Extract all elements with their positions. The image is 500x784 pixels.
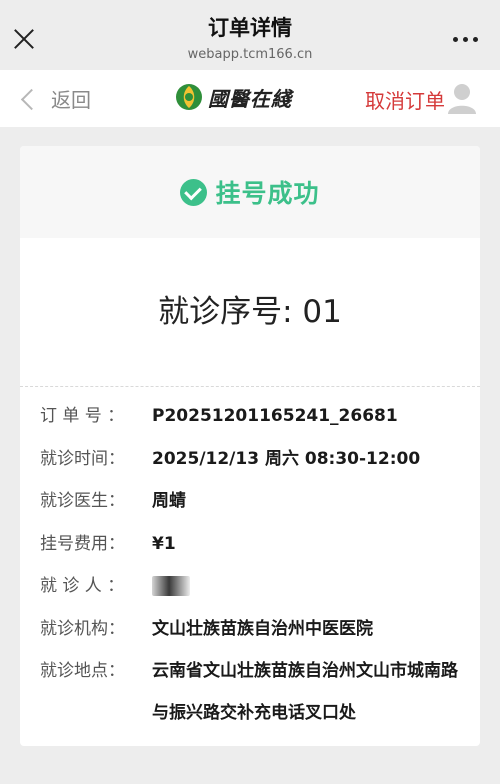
detail-label: 挂号费用： [40, 533, 125, 554]
back-button[interactable]: 返回 [20, 84, 91, 113]
nav-bar: 返回 國醫在綫 取消订单 [0, 70, 500, 127]
detail-value: 云南省文山壮族苗族自治州文山市城南路与振兴路交补充电话叉口处 [152, 661, 458, 723]
more-icon[interactable] [453, 37, 478, 42]
detail-label: 就诊机构： [40, 618, 125, 639]
detail-value: 文山壮族苗族自治州中医医院 [152, 618, 373, 639]
title-bar: 订单详情 webapp.tcm166.cn [0, 0, 500, 70]
success-banner: 挂号成功 [20, 146, 480, 238]
cancel-order-button[interactable]: 取消订单 [365, 85, 445, 114]
detail-value: ¥1 [152, 533, 176, 554]
logo-text: 國醫在綫 [208, 86, 292, 111]
detail-row-fee: 挂号费用： ¥1 [40, 530, 470, 573]
dashed-divider [20, 386, 480, 387]
detail-value: 周蜻 [152, 491, 186, 511]
detail-row-patient: 就 诊 人 ： [40, 572, 470, 615]
detail-row-doctor: 就诊医生： 周蜻 [40, 487, 470, 530]
title-wrap: 订单详情 webapp.tcm166.cn [0, 14, 500, 64]
brand-logo: 國醫在綫 [174, 82, 292, 112]
detail-label: 就 诊 人 ： [40, 576, 125, 596]
domain-label: webapp.tcm166.cn [187, 47, 313, 62]
more-dot [463, 37, 468, 42]
order-card: 挂号成功 就诊序号: 01 订 单 号 ： P20251201165241_26… [20, 146, 480, 746]
detail-list: 订 单 号 ： P20251201165241_26681 就诊时间： 2025… [40, 402, 470, 734]
more-dot [453, 37, 458, 42]
detail-label: 订 单 号 ： [40, 406, 125, 426]
detail-row-order-no: 订 单 号 ： P20251201165241_26681 [40, 402, 470, 445]
success-text: 挂号成功 [215, 179, 320, 208]
detail-row-location: 就诊地点： 云南省文山壮族苗族自治州文山市城南路与振兴路交补充电话叉口处 [40, 657, 470, 734]
detail-row-time: 就诊时间： 2025/12/13 周六 08:30-12:00 [40, 445, 470, 488]
check-circle-icon [180, 178, 208, 206]
user-avatar-icon[interactable] [447, 82, 477, 114]
masked-patient-name [152, 576, 190, 596]
detail-label: 就诊地点： [40, 661, 125, 681]
detail-label: 就诊时间： [40, 448, 125, 469]
detail-label: 就诊医生： [40, 491, 125, 511]
logo-icon [176, 84, 202, 110]
back-chevron-icon [20, 88, 43, 110]
detail-value: 2025/12/13 周六 08:30-12:00 [152, 448, 421, 469]
page-title: 订单详情 [208, 16, 292, 40]
detail-value: P20251201165241_26681 [152, 406, 398, 426]
queue-number: 就诊序号: 01 [158, 294, 342, 330]
more-dot [473, 37, 478, 42]
back-label: 返回 [51, 88, 91, 112]
